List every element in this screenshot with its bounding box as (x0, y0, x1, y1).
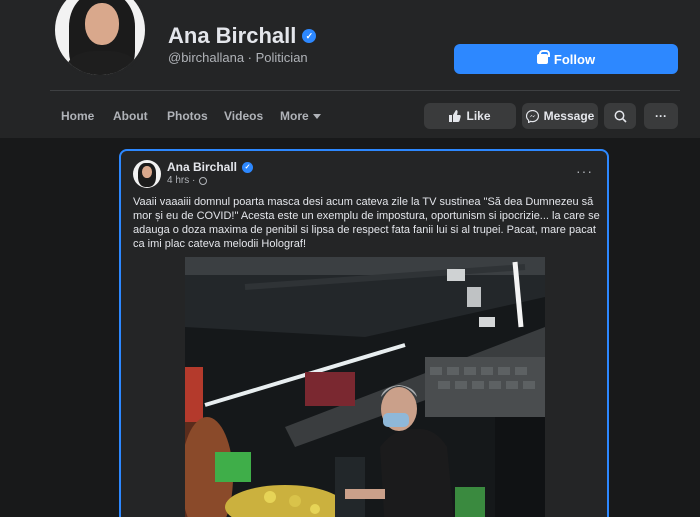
follow-button[interactable]: Follow (454, 44, 678, 74)
post-author[interactable]: Ana Birchall (167, 160, 237, 174)
message-button[interactable]: Message (522, 103, 598, 129)
tab-about[interactable]: About (113, 109, 148, 123)
avatar-face (85, 3, 119, 45)
verified-badge-icon: ✓ (302, 29, 317, 43)
post-card: Ana Birchall ✓ 4 hrs · ··· Vaaii vaaaiii… (119, 149, 609, 517)
search-button[interactable] (604, 103, 636, 129)
like-icon (449, 110, 462, 122)
avatar-body (67, 51, 137, 75)
post-avatar-face (142, 166, 152, 178)
post-more-options[interactable]: ··· (576, 163, 593, 179)
tab-photos[interactable]: Photos (167, 109, 208, 123)
like-label: Like (466, 109, 491, 123)
verified-badge-icon: ✓ (242, 161, 254, 173)
follow-label: Follow (553, 51, 596, 67)
more-options-button[interactable]: ··· (644, 103, 678, 129)
lock-icon (536, 50, 550, 64)
post-photo-image (185, 257, 545, 517)
tab-more[interactable]: More (280, 109, 321, 123)
profile-name-row: Ana Birchall ✓ (168, 23, 317, 49)
post-timestamp[interactable]: 4 hrs · (167, 175, 195, 186)
post-photo[interactable] (185, 257, 545, 517)
post-avatar[interactable] (133, 160, 161, 188)
search-icon (614, 110, 627, 123)
caret-down-icon (312, 114, 321, 120)
tab-home[interactable]: Home (61, 109, 94, 123)
profile-name: Ana Birchall (168, 23, 297, 48)
profile-avatar[interactable] (52, 0, 148, 78)
more-dots-icon: ··· (655, 109, 667, 123)
tab-more-label: More (280, 109, 309, 123)
post-author-row: Ana Birchall ✓ (167, 160, 254, 174)
globe-icon (199, 176, 208, 185)
post-timestamp-row: 4 hrs · (167, 175, 208, 186)
post-text: Vaaii vaaaiii domnul poarta masca desi a… (133, 196, 600, 250)
tab-videos[interactable]: Videos (224, 109, 263, 123)
header-divider (50, 90, 680, 91)
profile-subtitle: @birchallana · Politician (168, 50, 308, 65)
message-label: Message (543, 109, 595, 123)
like-page-button[interactable]: Like (424, 103, 516, 129)
messenger-icon (525, 109, 539, 123)
